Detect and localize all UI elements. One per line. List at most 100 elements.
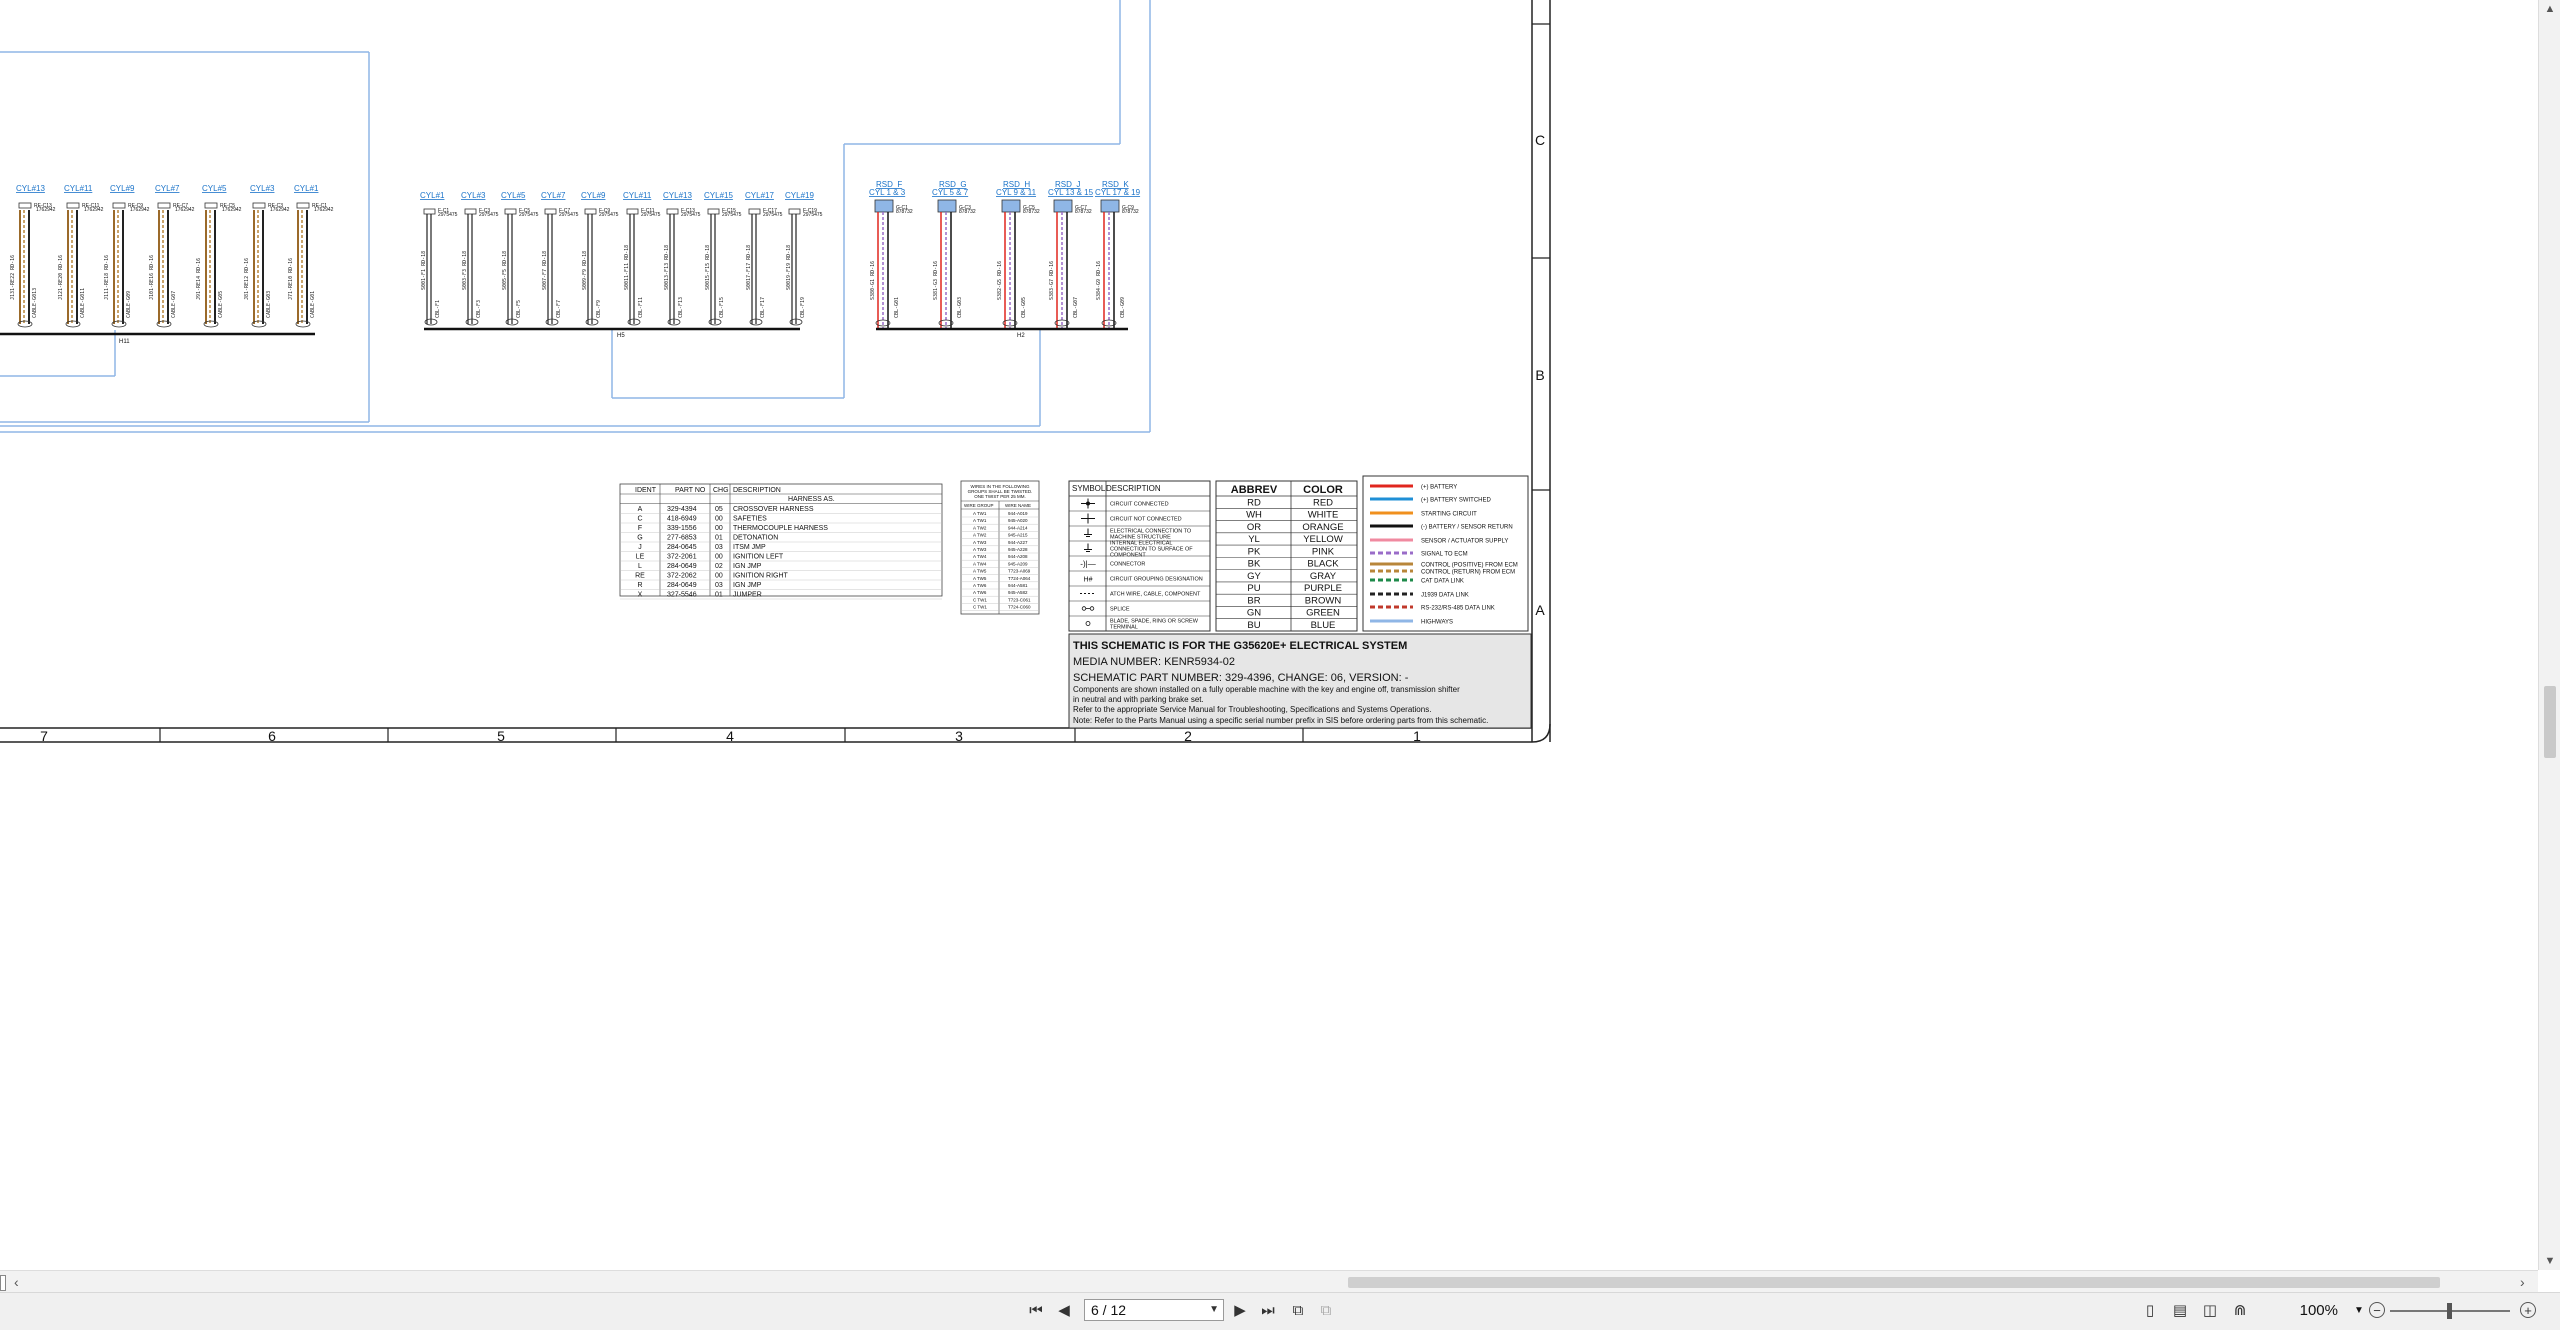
bottom-toolbar: ⏮ ◀ 6 / 12 ▼ ▶ ⏭ ⧉ ⧉ ▯ ▤ ◫ ⋒ 100% ▼ − + bbox=[0, 1292, 2560, 1330]
symbol-header: SYMBOL bbox=[1072, 484, 1106, 493]
twist-header: WIRE NAME bbox=[1005, 503, 1031, 508]
symbol-description-line: COMPONENT bbox=[1110, 553, 1146, 559]
color-name: WHITE bbox=[1308, 510, 1339, 521]
connector-label: CYL#11 bbox=[64, 184, 93, 193]
connector-label: CYL#11 bbox=[623, 191, 652, 200]
connector-label: CYL#7 bbox=[541, 191, 566, 200]
wire-label: S380-G1 RD-16 bbox=[870, 261, 876, 300]
page-number-input[interactable]: 6 / 12 ▼ bbox=[1084, 1299, 1224, 1321]
zoom-level[interactable]: 100% bbox=[2284, 1301, 2338, 1321]
twist-cell: 945-A020 bbox=[1008, 518, 1028, 523]
twist-cell: 944-A019 bbox=[1008, 511, 1028, 516]
wire-label: J111-RE18 RD-16 bbox=[104, 255, 110, 300]
title-note: in neutral and with parking brake set. bbox=[1073, 695, 1204, 704]
fit-width-icon[interactable]: ⧉ bbox=[1316, 1301, 1336, 1321]
vertical-scrollbar[interactable]: ▲ ▼ bbox=[2538, 0, 2560, 1270]
connector-label: CYL 9 & 11 bbox=[996, 188, 1037, 197]
last-page-icon[interactable]: ⏭ bbox=[1258, 1301, 1278, 1321]
wire-label: S003-F3 RD-18 bbox=[462, 251, 468, 290]
harness-cell: 277-6853 bbox=[667, 535, 697, 542]
connector-part: 2975475 bbox=[559, 212, 579, 218]
twist-cell: 944-A581 bbox=[1008, 583, 1028, 588]
harness-cell: CROSSOVER HARNESS bbox=[733, 506, 814, 513]
harness-subheader: HARNESS AS. bbox=[788, 496, 835, 503]
connector-plug-icon bbox=[544, 208, 557, 215]
zoom-slider-knob[interactable] bbox=[2447, 1303, 2452, 1319]
harness-cell: THERMOCOUPLE HARNESS bbox=[733, 525, 828, 532]
zoom-in-icon[interactable]: + bbox=[2520, 1302, 2536, 1318]
color-name: PINK bbox=[1312, 546, 1335, 557]
connector-part: 1762942 bbox=[84, 207, 104, 213]
first-page-icon[interactable]: ⏮ bbox=[1026, 1301, 1046, 1321]
connector-label: CYL#1 bbox=[294, 184, 319, 193]
schematic-canvas[interactable]: 7 6 5 4 3 2 1 C B A CYL#13 RE-C13 1762942 J131-RE22 R… bbox=[0, 0, 2560, 1270]
twist-cell: T723-A069 bbox=[1008, 569, 1031, 574]
connector-plug-icon bbox=[584, 208, 597, 215]
color-name: BLACK bbox=[1307, 559, 1339, 570]
zoom-out-icon[interactable]: − bbox=[2369, 1302, 2385, 1318]
next-page-icon[interactable]: ▶ bbox=[1230, 1301, 1250, 1321]
single-page-view-icon[interactable]: ▯ bbox=[2140, 1301, 2160, 1321]
fit-page-icon[interactable]: ⧉ bbox=[1288, 1301, 1308, 1321]
color-name: GREEN bbox=[1306, 608, 1340, 619]
twist-cell: T723-C061 bbox=[1008, 597, 1031, 602]
grid-row-label: C bbox=[1535, 132, 1545, 148]
color-name: BLUE bbox=[1311, 620, 1336, 631]
connector-plug-icon bbox=[204, 202, 218, 209]
cable-label: CBL-F11 bbox=[638, 297, 644, 318]
harness-cell: A bbox=[638, 506, 643, 513]
connector-part: 2975475 bbox=[438, 212, 458, 218]
color-header: COLOR bbox=[1303, 484, 1343, 496]
zoom-dropdown-icon[interactable]: ▼ bbox=[2354, 1301, 2364, 1321]
connector-part: 1762942 bbox=[175, 207, 195, 213]
wire-label: S381-G3 RD-16 bbox=[933, 261, 939, 300]
harness-cell: 327-5546 bbox=[667, 592, 697, 599]
page-dropdown-icon[interactable]: ▼ bbox=[1209, 1300, 1219, 1320]
connector-plug-icon bbox=[626, 208, 639, 215]
connector-part: 878732 bbox=[1122, 209, 1139, 215]
grid-column-label: 5 bbox=[497, 728, 505, 744]
scroll-up-icon[interactable]: ▲ bbox=[2543, 2, 2557, 16]
harness-header: PART NO bbox=[675, 487, 706, 494]
harness-cell: IGNITION RIGHT bbox=[733, 573, 789, 580]
two-page-view-icon[interactable]: ◫ bbox=[2200, 1301, 2220, 1321]
scroll-down-icon[interactable]: ▼ bbox=[2543, 1254, 2557, 1268]
connector-label: CYL#15 bbox=[704, 191, 733, 200]
horizontal-scroll-thumb[interactable] bbox=[1348, 1277, 2440, 1288]
cable-label: CBL-F1 bbox=[435, 300, 441, 318]
connector-part: 878732 bbox=[1075, 209, 1092, 215]
twist-cell: C TW1 bbox=[973, 605, 987, 610]
color-name: RED bbox=[1313, 497, 1333, 508]
harness-cell: 372-2061 bbox=[667, 554, 697, 561]
scroll-left-icon[interactable]: ‹ bbox=[14, 1274, 19, 1290]
scroll-right-icon[interactable]: › bbox=[2520, 1274, 2525, 1290]
connector-part: 2975475 bbox=[763, 212, 783, 218]
harness-cell: 329-4394 bbox=[667, 506, 697, 513]
connector-part: 2975475 bbox=[681, 212, 701, 218]
legend-label: CAT DATA LINK bbox=[1421, 579, 1464, 585]
harness-cell: IGN JMP bbox=[733, 582, 762, 589]
connector-part: 878732 bbox=[896, 209, 913, 215]
sensor-connector-icon bbox=[874, 199, 894, 213]
connector-plug-icon bbox=[252, 202, 266, 209]
connector-label: CYL#13 bbox=[663, 191, 692, 200]
continuous-view-icon[interactable]: ▤ bbox=[2170, 1301, 2190, 1321]
legend-label: HIGHWAYS bbox=[1421, 620, 1453, 626]
connector-label: CYL#13 bbox=[16, 184, 45, 193]
split-view-icon[interactable]: ⋒ bbox=[2230, 1301, 2250, 1321]
grid-column-label: 6 bbox=[268, 728, 276, 744]
cable-label: CABLE-G05 bbox=[218, 291, 224, 318]
harness-cell: 284-0649 bbox=[667, 563, 697, 570]
vertical-scroll-thumb[interactable] bbox=[2544, 686, 2556, 758]
symbol-description-line: CIRCUIT NOT CONNECTED bbox=[1110, 517, 1182, 523]
sensor-connector-icon bbox=[937, 199, 957, 213]
cable-label: CBL-G09 bbox=[1120, 297, 1126, 318]
color-abbrev: GY bbox=[1247, 571, 1261, 582]
harness-cell: IGN JMP bbox=[733, 563, 762, 570]
previous-page-icon[interactable]: ◀ bbox=[1054, 1301, 1074, 1321]
horizontal-scrollbar[interactable]: ‹ › bbox=[0, 1270, 2538, 1293]
split-handle[interactable] bbox=[0, 1275, 6, 1291]
connector-label: CYL 1 & 3 bbox=[869, 188, 906, 197]
wire-label: S384-G9 RD-16 bbox=[1096, 261, 1102, 300]
sensor-connector-icon bbox=[1100, 199, 1120, 213]
